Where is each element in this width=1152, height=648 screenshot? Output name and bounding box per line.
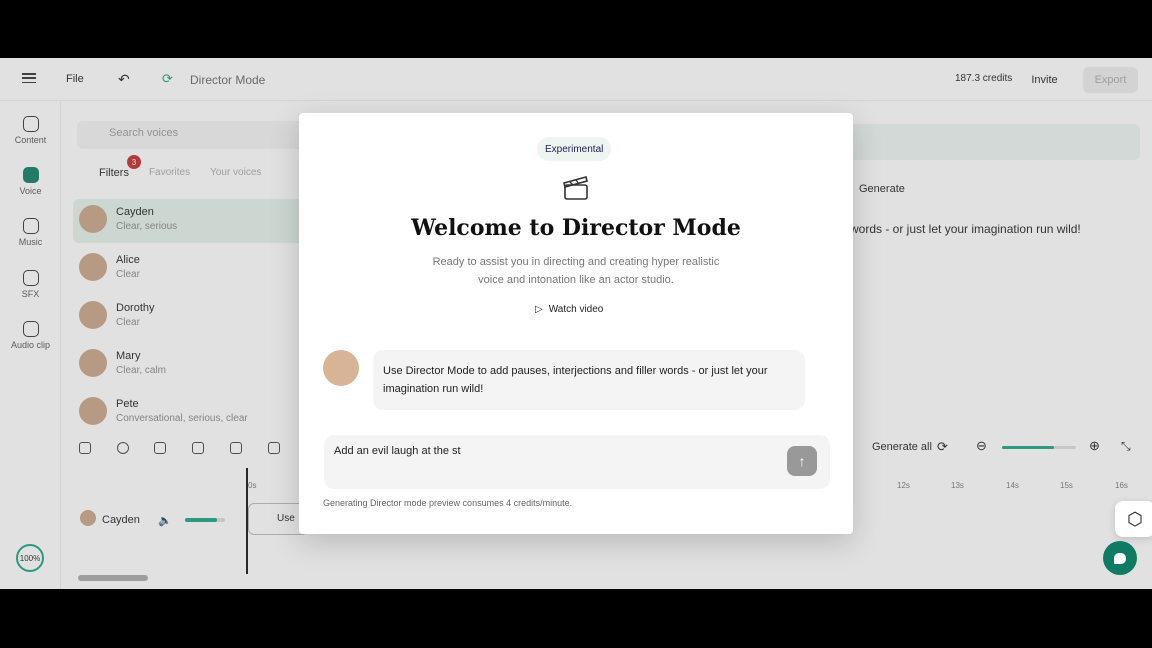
experimental-chip: Experimental <box>537 137 612 161</box>
send-button[interactable]: ↑ <box>787 446 817 476</box>
arrow-up-icon: ↑ <box>798 453 806 469</box>
modal-title: Welcome to Director Mode <box>411 215 741 241</box>
chat-bubble-icon <box>1114 552 1126 564</box>
watch-video-label: Watch video <box>548 304 604 315</box>
app-window: File ↶ ⟳ Director Mode 187.3 credits Inv… <box>0 58 1152 589</box>
prompt-input[interactable] <box>334 445 764 457</box>
assistant-message: Use Director Mode to add pauses, interje… <box>373 350 805 410</box>
chat-button[interactable] <box>1103 541 1137 575</box>
credits-notice: Generating Director mode preview consume… <box>323 498 573 508</box>
prompt-box: ↑ <box>324 435 830 489</box>
assistant-logo-icon[interactable]: ⬡ <box>1115 501 1152 537</box>
watch-video-button[interactable]: ▷ Watch video <box>535 304 603 315</box>
modal-subtitle: Ready to assist you in directing and cre… <box>432 256 720 286</box>
play-icon: ▷ <box>535 304 543 315</box>
avatar <box>323 350 359 386</box>
clapperboard-icon <box>563 176 588 200</box>
director-mode-modal: Experimental Welcome to Director Mode Re… <box>299 113 853 534</box>
